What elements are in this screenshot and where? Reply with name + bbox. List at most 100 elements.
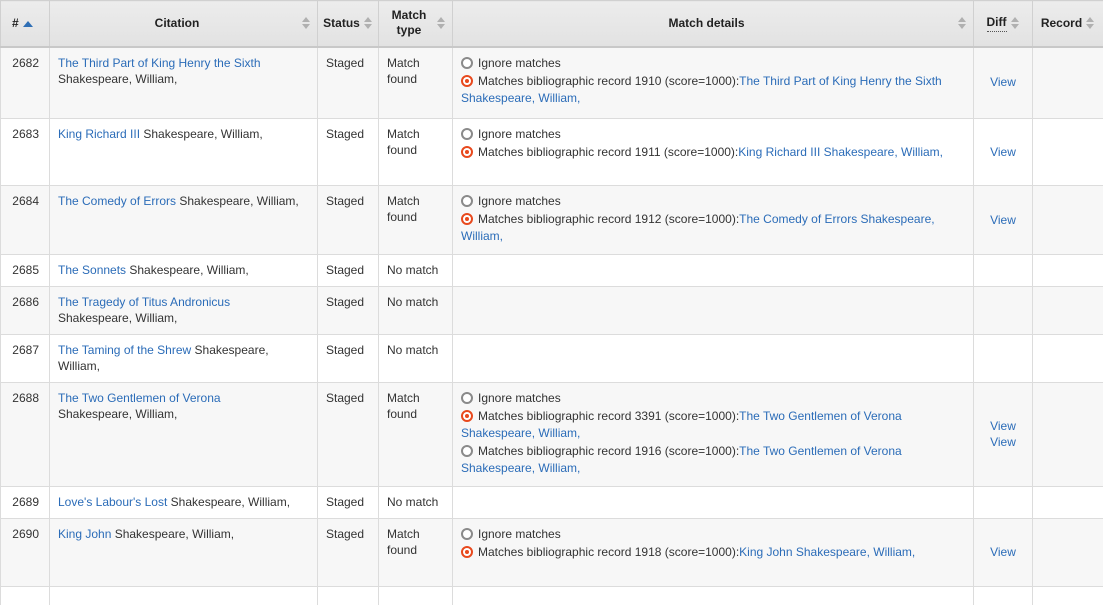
table-row: 2686 The Tragedy of Titus Andronicus Shake… [1,287,1103,335]
match-option-row[interactable]: Ignore matches [461,390,965,407]
radio-selected-icon[interactable] [461,410,473,422]
radio-selected-icon[interactable] [461,546,473,558]
match-option-label: Ignore matches [478,391,561,405]
radio-unselected-icon[interactable] [461,445,473,457]
match-option-label: Matches bibliographic record 1916 (score… [478,444,739,458]
column-header-match-details[interactable]: Match details [453,1,974,47]
cell-citation: King Richard III Shakespeare, William, [50,119,318,186]
table-row: 2682 The Third Part of King Henry the Six… [1,47,1103,119]
cell-status: Staged [318,335,379,383]
sort-both-icon[interactable] [302,16,311,30]
cell-status: Staged [318,119,379,186]
match-option-row[interactable]: Matches bibliographic record 1910 (score… [461,73,965,107]
citation-author: Shakespeare, William, [58,407,177,421]
citation-title-link[interactable]: The Two Gentlemen of Verona [58,391,221,405]
match-option-row[interactable]: Matches bibliographic record 1918 (score… [461,544,965,561]
sort-both-icon[interactable] [1086,16,1095,30]
column-header-match-details-label: Match details [459,16,954,31]
radio-selected-icon[interactable] [461,213,473,225]
matched-record-link[interactable]: King Richard III Shakespeare, William, [738,145,943,159]
match-option-row[interactable]: Matches bibliographic record 1912 (score… [461,211,965,245]
diff-view-link[interactable]: View [982,418,1024,434]
match-option-row[interactable]: Ignore matches [461,526,965,543]
citation-title-link[interactable]: The Taming of the Shrew [58,343,191,357]
cell-match-details [453,587,974,605]
sort-ascending-icon[interactable] [23,18,33,28]
cell-citation: The Taming of the Shrew Shakespeare, Wil… [50,335,318,383]
citation-title-link[interactable]: Love's Labour's Lost [58,495,167,509]
column-header-status[interactable]: Status [318,1,379,47]
column-header-match-type[interactable]: Match type [379,1,453,47]
match-option-label: Matches bibliographic record 3391 (score… [478,409,739,423]
cell-record [1033,255,1103,287]
radio-unselected-icon[interactable] [461,195,473,207]
cell-citation: The Tragedy of Titus Andronicus Shakespea… [50,287,318,335]
citation-author: Shakespeare, William, [58,72,177,86]
column-header-record[interactable]: Record [1033,1,1103,47]
citation-title-link[interactable]: King Richard III [58,127,140,141]
sort-both-icon[interactable] [364,16,373,30]
column-header-number[interactable]: # [1,1,50,47]
cell-record-number [1,587,50,605]
match-option-label: Ignore matches [478,194,561,208]
citation-author: Shakespeare, William, [126,263,249,277]
diff-view-link[interactable]: View [982,434,1024,450]
match-option-label: Matches bibliographic record 1910 (score… [478,74,739,88]
cell-match-details: Ignore matches Matches bibliographic reco… [453,383,974,487]
column-header-status-label: Status [323,16,360,31]
table-row: 2683King Richard III Shakespeare, Willia… [1,119,1103,186]
column-header-diff[interactable]: Diff [974,1,1033,47]
diff-view-link[interactable]: View [982,544,1024,560]
cell-record-number: 2685 [1,255,50,287]
column-header-citation[interactable]: Citation [50,1,318,47]
cell-diff: ViewView [974,383,1033,487]
cell-match-type: Match found [379,383,453,487]
match-option-row[interactable]: Ignore matches [461,55,965,72]
match-option-label: Matches bibliographic record 1912 (score… [478,212,739,226]
cell-match-type: No match [379,335,453,383]
sort-both-icon[interactable] [958,16,967,30]
cell-diff [974,487,1033,519]
citation-author: Shakespeare, William, [58,311,177,325]
citation-title-link[interactable]: The Comedy of Errors [58,194,176,208]
match-option-row[interactable]: Matches bibliographic record 3391 (score… [461,408,965,442]
citation-title-link[interactable]: The Tragedy of Titus Andronicus [58,295,230,309]
cell-status: Staged [318,519,379,587]
diff-view-link[interactable]: View [982,144,1024,160]
radio-unselected-icon[interactable] [461,128,473,140]
radio-unselected-icon[interactable] [461,392,473,404]
diff-view-link[interactable]: View [982,212,1024,228]
radio-unselected-icon[interactable] [461,57,473,69]
column-header-diff-label: Diff [987,15,1007,32]
match-option-row[interactable]: Matches bibliographic record 1911 (score… [461,144,965,161]
citation-title-link[interactable]: The Sonnets [58,263,126,277]
cell-record-number: 2682 [1,47,50,119]
radio-selected-icon[interactable] [461,146,473,158]
table-row: 2684The Comedy of Errors Shakespeare, Wi… [1,186,1103,255]
match-option-row[interactable]: Matches bibliographic record 1916 (score… [461,443,965,477]
cell-match-details: Ignore matches Matches bibliographic reco… [453,47,974,119]
diff-view-link[interactable]: View [982,74,1024,90]
match-option-label: Ignore matches [478,127,561,141]
match-option-row[interactable]: Ignore matches [461,193,965,210]
sort-both-icon[interactable] [437,16,446,30]
table-header: # Citation Status [1,1,1103,47]
cell-diff [974,287,1033,335]
cell-record-number: 2688 [1,383,50,487]
cell-record-number: 2686 [1,287,50,335]
matched-record-link[interactable]: King John Shakespeare, William, [739,545,915,559]
radio-selected-icon[interactable] [461,75,473,87]
match-option-row[interactable]: Ignore matches [461,126,965,143]
radio-unselected-icon[interactable] [461,528,473,540]
cell-record-number: 2687 [1,335,50,383]
cell-record [1033,119,1103,186]
citation-title-link[interactable]: The Third Part of King Henry the Sixth [58,56,261,70]
column-header-number-label: # [12,16,19,31]
cell-record [1033,47,1103,119]
sort-both-icon[interactable] [1011,16,1020,30]
cell-diff [974,255,1033,287]
cell-record-number: 2683 [1,119,50,186]
citation-title-link[interactable]: King John [58,527,111,541]
cell-match-details [453,487,974,519]
column-header-match-type-label: Match type [385,8,433,38]
